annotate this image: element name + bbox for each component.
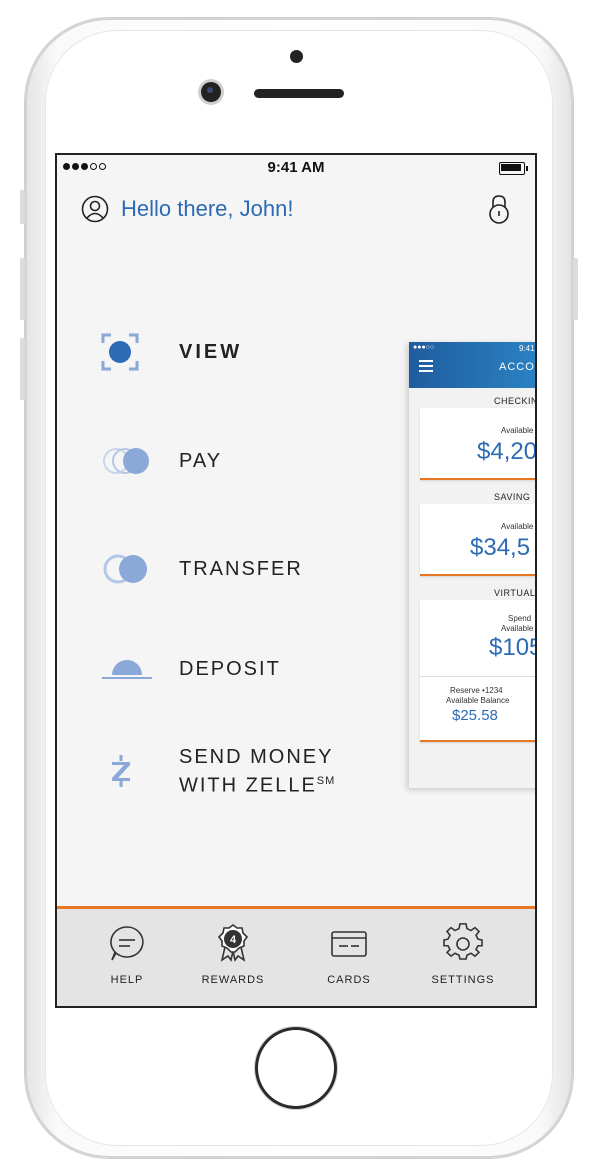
reserve-amount: $25.58 <box>452 707 498 724</box>
menu-label-transfer: TRANSFER <box>179 558 303 580</box>
tab-cards[interactable]: CARDS <box>304 923 394 986</box>
preview-section-virtual: VIRTUAL <box>494 588 535 598</box>
volume-down-button <box>20 338 25 400</box>
tab-help[interactable]: HELP <box>82 923 172 986</box>
volume-up-button <box>20 258 25 320</box>
menu-label-view: VIEW <box>179 341 243 363</box>
preview-section-savings: SAVING <box>494 492 531 502</box>
gear-icon <box>443 923 483 960</box>
front-camera <box>201 82 221 102</box>
home-button[interactable] <box>255 1027 337 1109</box>
savings-available-label: Available <box>501 522 534 531</box>
help-chat-icon <box>110 926 144 961</box>
zelle-icon <box>112 755 130 788</box>
virtual-amount: $105 <box>489 634 535 661</box>
virtual-available-label: Available <box>501 624 534 633</box>
greeting-text: Hello there, John! <box>121 196 294 221</box>
reserve-sub-label: Available Balance <box>446 696 510 705</box>
rewards-badge-icon: 4 <box>217 924 249 962</box>
rewards-count: 4 <box>230 934 237 946</box>
preview-card-virtual: Spend Available $105 Reserve •1234 Avail… <box>420 600 535 742</box>
checking-amount: $4,20 <box>477 438 535 465</box>
preview-card-savings: Available $34,5 <box>420 504 535 576</box>
tab-bar: HELP 4 REWARDS CARDS SETTINGS <box>57 909 535 1006</box>
lock-icon[interactable] <box>487 193 511 225</box>
menu-item-send-money[interactable]: SEND MONEY WITH ZELLESM <box>101 745 335 798</box>
profile-icon[interactable] <box>81 195 109 223</box>
savings-amount: $34,5 <box>470 534 531 561</box>
app-screen: 9:41 AM Hello there, John! VIEW PAY TRAN… <box>57 155 535 1006</box>
hamburger-menu-icon <box>419 360 433 375</box>
menu-item-pay[interactable]: PAY <box>101 439 222 483</box>
virtual-spend-label: Spend <box>508 614 532 623</box>
menu-item-view[interactable]: VIEW <box>101 330 242 374</box>
menu-label-send-money: SEND MONEY WITH ZELLESM <box>179 745 335 798</box>
tab-settings[interactable]: SETTINGS <box>418 923 508 986</box>
preview-section-checking: CHECKIN <box>494 396 535 406</box>
transfer-icon <box>103 554 147 584</box>
view-icon <box>101 333 139 371</box>
tab-label-cards: CARDS <box>327 974 371 986</box>
tab-label-settings: SETTINGS <box>431 974 495 986</box>
preview-title: ACCO <box>499 361 535 373</box>
send-money-line2: WITH ZELLE <box>179 774 317 797</box>
status-bar: 9:41 AM <box>57 155 535 179</box>
send-money-line1: SEND MONEY <box>179 746 334 768</box>
preview-signal-icon: ●●●○○ <box>413 344 435 351</box>
preview-header: ●●●○○ 9:41 ACCO <box>409 342 535 388</box>
greeting-row: Hello there, John! <box>81 193 293 225</box>
proximity-sensor <box>290 50 303 63</box>
mute-switch <box>20 190 25 224</box>
tab-label-help: HELP <box>110 974 144 986</box>
power-button <box>573 258 578 320</box>
menu-label-pay: PAY <box>179 450 223 472</box>
preview-time: 9:41 <box>519 344 535 353</box>
earpiece-speaker <box>254 89 344 98</box>
deposit-icon <box>102 660 152 679</box>
tab-rewards[interactable]: 4 REWARDS <box>188 923 278 986</box>
menu-item-transfer[interactable]: TRANSFER <box>101 547 303 591</box>
phone-screen: 9:41 AM Hello there, John! VIEW PAY TRAN… <box>55 153 537 1008</box>
card-icon <box>331 931 367 957</box>
service-mark: SM <box>316 775 336 787</box>
pay-icon <box>103 448 149 474</box>
tab-label-rewards: REWARDS <box>201 974 265 986</box>
menu-label-deposit: DEPOSIT <box>179 658 281 680</box>
menu-item-deposit[interactable]: DEPOSIT <box>101 647 281 691</box>
battery-icon <box>499 162 528 175</box>
status-time: 9:41 AM <box>267 159 325 176</box>
checking-available-label: Available <box>501 426 534 435</box>
preview-card-checking: Available $4,20 <box>420 408 535 480</box>
reserve-label: Reserve •1234 <box>450 686 503 695</box>
accounts-preview-panel[interactable]: ●●●○○ 9:41 ACCO CHECKIN Available $4,20 … <box>409 342 535 788</box>
